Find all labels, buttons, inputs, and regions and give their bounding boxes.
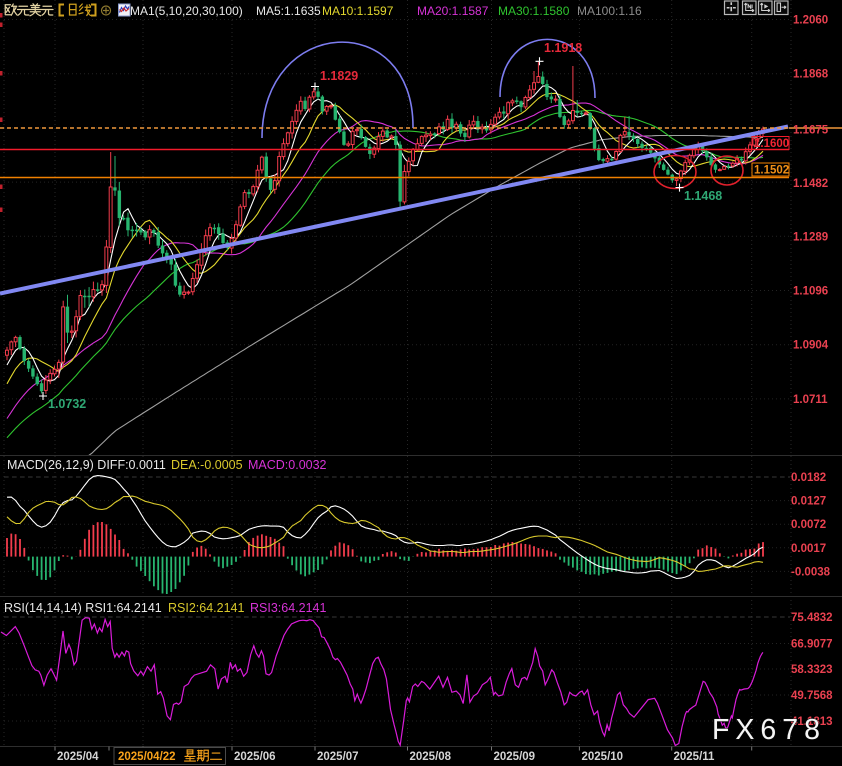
svg-text:MA10:1.1597: MA10:1.1597	[322, 4, 394, 18]
svg-text:1.1829: 1.1829	[320, 69, 358, 83]
svg-text:2025/07: 2025/07	[317, 751, 359, 763]
svg-text:2025/11: 2025/11	[674, 751, 716, 763]
svg-text:MA5:1.1635: MA5:1.1635	[256, 4, 321, 18]
svg-text:RSI(14,14,14) RSI1:64.2141: RSI(14,14,14) RSI1:64.2141	[4, 601, 162, 615]
svg-text:-0.0038: -0.0038	[791, 566, 831, 578]
svg-text:1.1600: 1.1600	[754, 138, 789, 150]
svg-text:1.1468: 1.1468	[684, 189, 722, 203]
svg-text:1.1482: 1.1482	[793, 178, 828, 190]
svg-text:1.0904: 1.0904	[793, 340, 829, 352]
svg-text:49.7568: 49.7568	[791, 690, 833, 702]
svg-text:1.0732: 1.0732	[48, 397, 86, 411]
svg-text:RSI3:64.2141: RSI3:64.2141	[250, 601, 326, 615]
svg-text:MA30:1.1580: MA30:1.1580	[498, 4, 570, 18]
svg-text:1.1675: 1.1675	[793, 125, 829, 137]
svg-text:DEA:-0.0005: DEA:-0.0005	[171, 458, 243, 472]
svg-text:1.0711: 1.0711	[793, 394, 828, 406]
svg-text:2025/08: 2025/08	[410, 751, 452, 763]
svg-text:MA100:1.16: MA100:1.16	[577, 4, 642, 18]
svg-text:FX678: FX678	[712, 714, 826, 746]
svg-text:1.2060: 1.2060	[793, 15, 828, 27]
svg-text:2025/04/22: 2025/04/22	[118, 751, 176, 763]
svg-text:MA1(5,10,20,30,100): MA1(5,10,20,30,100)	[130, 4, 243, 18]
svg-text:58.3323: 58.3323	[791, 664, 833, 676]
svg-text:2025/04: 2025/04	[57, 751, 99, 763]
svg-text:0.0072: 0.0072	[791, 519, 826, 531]
svg-text:66.9077: 66.9077	[791, 639, 833, 651]
svg-text:1.1868: 1.1868	[793, 69, 829, 81]
svg-text:0.0127: 0.0127	[791, 496, 826, 508]
svg-text:1.1096: 1.1096	[793, 286, 828, 298]
svg-text:MA20:1.1587: MA20:1.1587	[417, 4, 489, 18]
svg-text:MACD(26,12,9) DIFF:0.0011: MACD(26,12,9) DIFF:0.0011	[7, 458, 166, 472]
svg-text:MACD:0.0032: MACD:0.0032	[248, 458, 327, 472]
svg-text:75.4832: 75.4832	[791, 612, 833, 624]
svg-text:RSI2:64.2141: RSI2:64.2141	[168, 601, 244, 615]
svg-text:0.0017: 0.0017	[791, 543, 826, 555]
svg-text:0.0182: 0.0182	[791, 472, 826, 484]
svg-text:1.1289: 1.1289	[793, 231, 828, 243]
svg-text:2025/10: 2025/10	[582, 751, 624, 763]
svg-text:1.1502: 1.1502	[754, 165, 789, 177]
svg-text:1.1918: 1.1918	[544, 41, 582, 55]
svg-text:2025/09: 2025/09	[494, 751, 536, 763]
svg-text:2025/06: 2025/06	[234, 751, 276, 763]
